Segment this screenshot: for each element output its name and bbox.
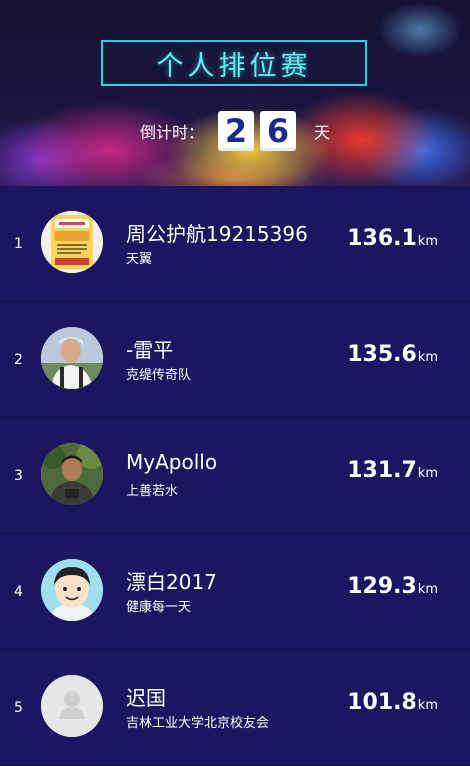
rank-number: 4 (14, 583, 23, 600)
page-title: 个人排位赛 (101, 40, 367, 86)
distance-unit: km (417, 698, 438, 713)
distance-value: 129.3 (347, 574, 417, 599)
default-avatar-icon[interactable] (41, 675, 103, 737)
team-name: 上善若水 (126, 484, 179, 499)
leaderboard-row[interactable]: 5 迟国 吉林工业大学北京校友会 101.8km (0, 650, 470, 766)
rank-number: 1 (14, 235, 23, 252)
leaderboard-row[interactable]: 1 周公护航19215396 天翼 136.1km (0, 186, 470, 302)
header-banner: 个人排位赛 倒计时： 2 6 天 (0, 0, 470, 186)
leaderboard-row[interactable]: 2 -雷平 克缇传奇队 135.6km (0, 302, 470, 418)
runner-name: MyApollo (126, 450, 218, 474)
distance: 129.3km (347, 574, 438, 599)
runner-name: 迟国 (126, 686, 166, 710)
distance-value: 136.1 (347, 226, 417, 251)
avatar[interactable] (41, 443, 103, 505)
runner-name: 漂白2017 (126, 570, 217, 594)
countdown-label: 倒计时： (139, 123, 204, 142)
rank-number: 5 (14, 699, 23, 716)
rank-number: 3 (14, 467, 23, 484)
runner-name: -雷平 (126, 338, 174, 362)
countdown-digit: 2 (218, 111, 254, 151)
team-name: 健康每一天 (126, 600, 192, 615)
leaderboard-row[interactable]: 3 MyApollo 上善若水 131.7km (0, 418, 470, 534)
distance-unit: km (417, 466, 438, 481)
distance-value: 131.7 (347, 458, 417, 483)
distance-unit: km (417, 234, 438, 249)
distance-value: 135.6 (347, 342, 417, 367)
avatar[interactable] (41, 559, 103, 621)
team-name: 克缇传奇队 (126, 368, 192, 383)
distance-unit: km (417, 350, 438, 365)
distance: 136.1km (347, 226, 438, 251)
countdown: 倒计时： 2 6 天 (0, 110, 470, 152)
leaderboard-list: 1 周公护航19215396 天翼 136.1km 2 -雷平 克缇传奇队 13… (0, 186, 470, 766)
distance-value: 101.8 (347, 690, 417, 715)
avatar[interactable] (41, 211, 103, 273)
runner-name: 周公护航19215396 (126, 222, 308, 246)
countdown-digit: 6 (260, 111, 296, 151)
distance: 135.6km (347, 342, 438, 367)
distance-unit: km (417, 582, 438, 597)
avatar[interactable] (41, 327, 103, 389)
distance: 101.8km (347, 690, 438, 715)
countdown-unit: 天 (314, 123, 331, 142)
distance: 131.7km (347, 458, 438, 483)
leaderboard-row[interactable]: 4 漂白2017 健康每一天 129.3km (0, 534, 470, 650)
team-name: 吉林工业大学北京校友会 (126, 716, 270, 731)
team-name: 天翼 (126, 252, 153, 267)
rank-number: 2 (14, 351, 23, 368)
